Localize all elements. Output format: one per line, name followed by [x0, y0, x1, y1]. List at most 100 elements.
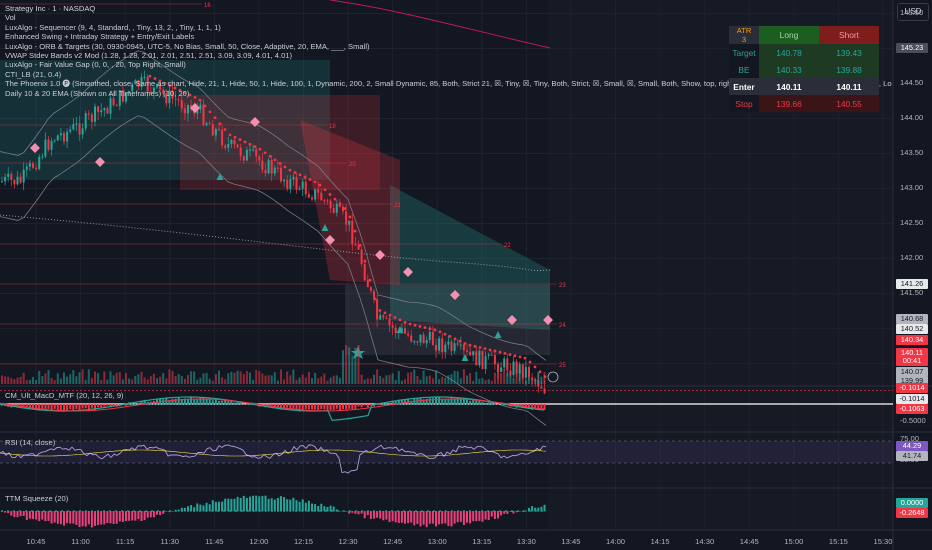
ttm-squeeze-dot	[463, 510, 465, 512]
ttm-histogram-bar	[481, 511, 484, 522]
candle-body	[106, 108, 109, 114]
time-tick: 12:45	[383, 537, 403, 546]
volume-bar	[1, 375, 3, 384]
candle-body	[292, 176, 295, 180]
candle-body	[72, 124, 75, 130]
ttm-histogram-bar	[264, 495, 267, 512]
ttm-squeeze-dot	[385, 510, 387, 512]
ttm-histogram-bar	[13, 511, 16, 518]
ttm-histogram-bar	[255, 495, 258, 512]
volume-bar	[431, 378, 434, 384]
macd-pane-label[interactable]: CM_Ult_MacD_MTF (20, 12, 26, 9)	[5, 391, 124, 400]
volume-bar	[69, 374, 72, 384]
ttm-histogram-bar	[490, 511, 493, 517]
ttm-histogram-bar	[289, 499, 292, 512]
macd-histogram-bar	[100, 404, 103, 408]
candle-body	[87, 113, 90, 115]
candle-body	[227, 143, 230, 148]
ttm-histogram-bar	[4, 511, 7, 513]
candle-body	[301, 181, 304, 189]
ttm-histogram-bar	[84, 511, 87, 527]
candle-body	[450, 341, 453, 351]
macd-histogram-bar	[317, 404, 320, 410]
macd-histogram-bar	[134, 403, 137, 405]
candle-body	[428, 331, 431, 340]
ttm-histogram-bar	[391, 511, 394, 522]
ttm-pane-label[interactable]: TTM Squeeze (20)	[5, 494, 68, 503]
ttm-squeeze-dot	[277, 510, 279, 512]
price-tag: 140.34	[896, 335, 928, 345]
trail-dot	[418, 324, 422, 328]
ttm-squeeze-dot	[313, 510, 315, 512]
volume-bar	[332, 375, 335, 384]
volume-bar	[509, 374, 512, 384]
ttm-histogram-bar	[431, 511, 434, 524]
volume-bar	[518, 369, 521, 384]
ttm-histogram-bar	[109, 511, 112, 524]
ttm-histogram-bar	[227, 498, 230, 512]
trail-dot	[488, 348, 492, 352]
trail-dot	[313, 180, 317, 184]
candle-body	[329, 200, 332, 209]
candle-body	[22, 169, 25, 183]
candle-body	[264, 169, 267, 174]
time-tick: 11:30	[160, 537, 179, 546]
ttm-squeeze-dot	[511, 510, 513, 512]
rsi-pane-label[interactable]: RSI (14, close)	[5, 438, 55, 447]
candle-body	[115, 105, 118, 107]
legend-line[interactable]: Vol	[5, 13, 892, 22]
trail-dot	[223, 128, 227, 131]
volume-bar	[379, 375, 382, 384]
ttm-squeeze-dot	[349, 510, 351, 512]
symbol-title[interactable]: Strategy Inc · 1 · NASDAQ	[5, 4, 892, 13]
ttm-histogram-bar	[469, 511, 472, 524]
candle-body	[16, 176, 19, 185]
candle-body	[283, 179, 286, 182]
ttm-histogram-bar	[134, 511, 137, 521]
trail-dot	[228, 133, 232, 137]
volume-bar	[407, 372, 410, 384]
volume-bar	[112, 375, 115, 384]
volume-bar	[534, 378, 537, 384]
candle-body	[407, 333, 410, 336]
volume-bar	[97, 373, 100, 384]
volume-bar	[4, 376, 7, 384]
trail-dot	[318, 183, 322, 187]
trail-dot	[308, 178, 312, 181]
trail-dot	[323, 188, 327, 192]
volume-bar	[100, 379, 103, 384]
candle-body	[252, 149, 255, 151]
volume-bar	[369, 378, 372, 384]
candle-body	[425, 339, 428, 344]
volume-bar	[218, 370, 220, 384]
ttm-histogram-bar	[249, 496, 251, 512]
volume-bar	[475, 371, 478, 384]
candle-body	[487, 354, 490, 356]
trail-dot	[453, 337, 457, 341]
ttm-histogram-bar	[410, 511, 413, 523]
candle-body	[53, 140, 56, 142]
ttm-histogram-bar	[177, 509, 180, 512]
ttm-histogram-bar	[484, 511, 487, 520]
candle-body	[354, 244, 357, 246]
volume-bar	[180, 375, 183, 384]
volume-bar	[264, 375, 267, 384]
candle-body	[112, 98, 115, 106]
candle-body	[332, 208, 335, 213]
candle-body	[419, 334, 422, 343]
trail-dot	[533, 365, 537, 369]
atr-row-label: BE	[729, 61, 759, 78]
macd-histogram-bar	[385, 403, 388, 405]
trail-dot	[288, 168, 292, 172]
trail-dot	[513, 354, 517, 358]
macd-histogram-bar	[342, 404, 344, 410]
ttm-histogram-bar	[311, 503, 313, 512]
macd-histogram-bar	[177, 397, 180, 405]
ttm-histogram-bar	[115, 511, 118, 524]
candle-body	[249, 149, 251, 151]
candle-body	[187, 105, 189, 114]
ttm-histogram-bar	[301, 499, 304, 512]
volume-bar	[326, 380, 329, 384]
candle-body	[32, 163, 34, 168]
price-tick: 143.00	[900, 183, 924, 193]
